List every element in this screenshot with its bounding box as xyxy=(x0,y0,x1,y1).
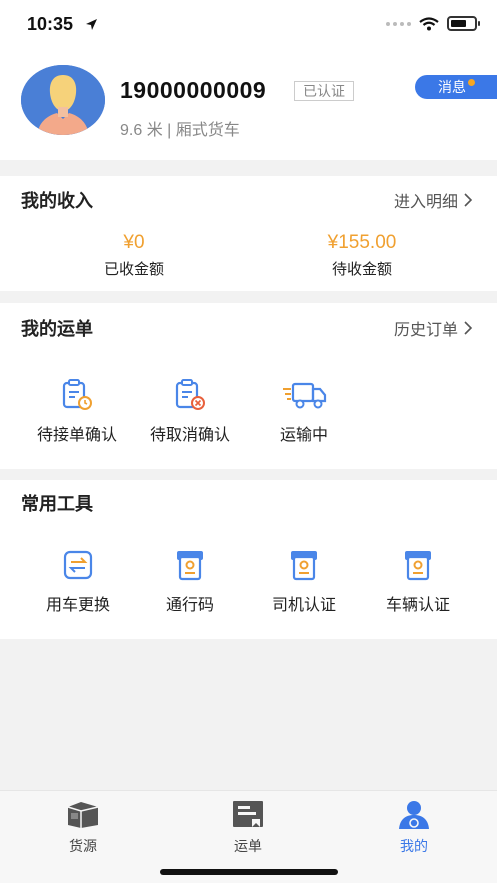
swap-icon xyxy=(63,550,93,580)
chevron-right-icon xyxy=(464,321,473,335)
clipboard-cancel-icon xyxy=(175,379,205,410)
received-amount-block[interactable]: ¥0 已收金额 xyxy=(44,232,224,279)
chevron-right-icon xyxy=(464,193,473,207)
tab-label: 我的 xyxy=(400,838,428,854)
tab-mine[interactable]: 我的 xyxy=(364,799,464,856)
tab-cargo[interactable]: 货源 xyxy=(33,799,133,856)
tool-item-label: 司机认证 xyxy=(271,597,336,614)
clipboard-clock-icon xyxy=(62,379,92,410)
tool-change-vehicle[interactable]: 用车更换 xyxy=(18,549,138,615)
income-detail-label: 进入明细 xyxy=(393,194,458,211)
waybill-item-label: 待取消确认 xyxy=(149,427,230,444)
tab-label: 货源 xyxy=(69,838,97,854)
truck-icon xyxy=(283,382,327,409)
tools-card: 常用工具 用车更换 通行码 司机认证 车辆认证 xyxy=(0,480,497,639)
tool-item-label: 用车更换 xyxy=(45,597,110,614)
history-orders-link[interactable]: 历史订单 xyxy=(394,316,473,340)
user-icon xyxy=(399,801,429,829)
tool-driver-cert[interactable]: 司机认证 xyxy=(244,549,364,615)
vehicle-info: 9.6 米 | 厢式货车 xyxy=(120,122,240,139)
verified-badge: 已认证 xyxy=(294,81,354,101)
income-card: 我的收入 进入明细 ¥0 已收金额 ¥155.00 待收金额 xyxy=(0,176,497,291)
tab-waybill[interactable]: 运单 xyxy=(198,799,298,856)
history-orders-label: 历史订单 xyxy=(393,322,458,339)
tool-item-label: 车辆认证 xyxy=(385,597,450,614)
pass-code-icon xyxy=(177,551,203,581)
waybill-icon xyxy=(233,801,263,827)
avatar-person-icon xyxy=(21,65,105,135)
profile-header: 19000000009 已认证 9.6 米 | 厢式货车 消息 xyxy=(0,52,497,160)
pending-amount: ¥155.00 xyxy=(327,232,397,253)
tool-item-label: 通行码 xyxy=(165,597,214,614)
tool-pass-code[interactable]: 通行码 xyxy=(130,549,250,615)
message-unread-dot xyxy=(468,79,475,86)
message-button[interactable]: 消息 xyxy=(415,75,497,99)
pending-amount-block[interactable]: ¥155.00 待收金额 xyxy=(272,232,452,279)
signal-dots-icon xyxy=(386,21,411,26)
income-detail-link[interactable]: 进入明细 xyxy=(394,188,473,212)
tool-vehicle-cert[interactable]: 车辆认证 xyxy=(358,549,478,615)
status-bar: 10:35 xyxy=(0,0,497,52)
driver-cert-icon xyxy=(291,551,317,581)
tab-label: 运单 xyxy=(234,838,262,854)
location-arrow-icon xyxy=(86,19,97,30)
waybill-title: 我的运单 xyxy=(21,319,93,339)
wifi-icon xyxy=(419,16,439,30)
received-amount: ¥0 xyxy=(123,232,145,253)
avatar[interactable] xyxy=(21,65,105,135)
cargo-box-icon xyxy=(67,802,99,828)
waybill-pending-cancel[interactable]: 待取消确认 xyxy=(130,379,250,445)
waybill-item-label: 运输中 xyxy=(279,427,328,444)
received-label: 已收金额 xyxy=(103,261,164,278)
battery-level xyxy=(451,20,466,27)
waybill-pending-accept[interactable]: 待接单确认 xyxy=(17,379,137,445)
income-title: 我的收入 xyxy=(21,191,93,211)
pending-label: 待收金额 xyxy=(331,261,392,278)
user-phone: 19000000009 xyxy=(120,77,267,103)
waybill-card: 我的运单 历史订单 待接单确认 待取消确认 运输中 xyxy=(0,303,497,469)
tools-title: 常用工具 xyxy=(21,494,93,514)
home-indicator xyxy=(160,869,338,875)
battery-icon xyxy=(447,16,480,31)
waybill-item-label: 待接单确认 xyxy=(36,427,117,444)
message-button-label: 消息 xyxy=(438,79,466,95)
waybill-in-transit[interactable]: 运输中 xyxy=(244,379,364,445)
status-time: 10:35 xyxy=(27,14,74,34)
vehicle-cert-icon xyxy=(405,551,431,581)
